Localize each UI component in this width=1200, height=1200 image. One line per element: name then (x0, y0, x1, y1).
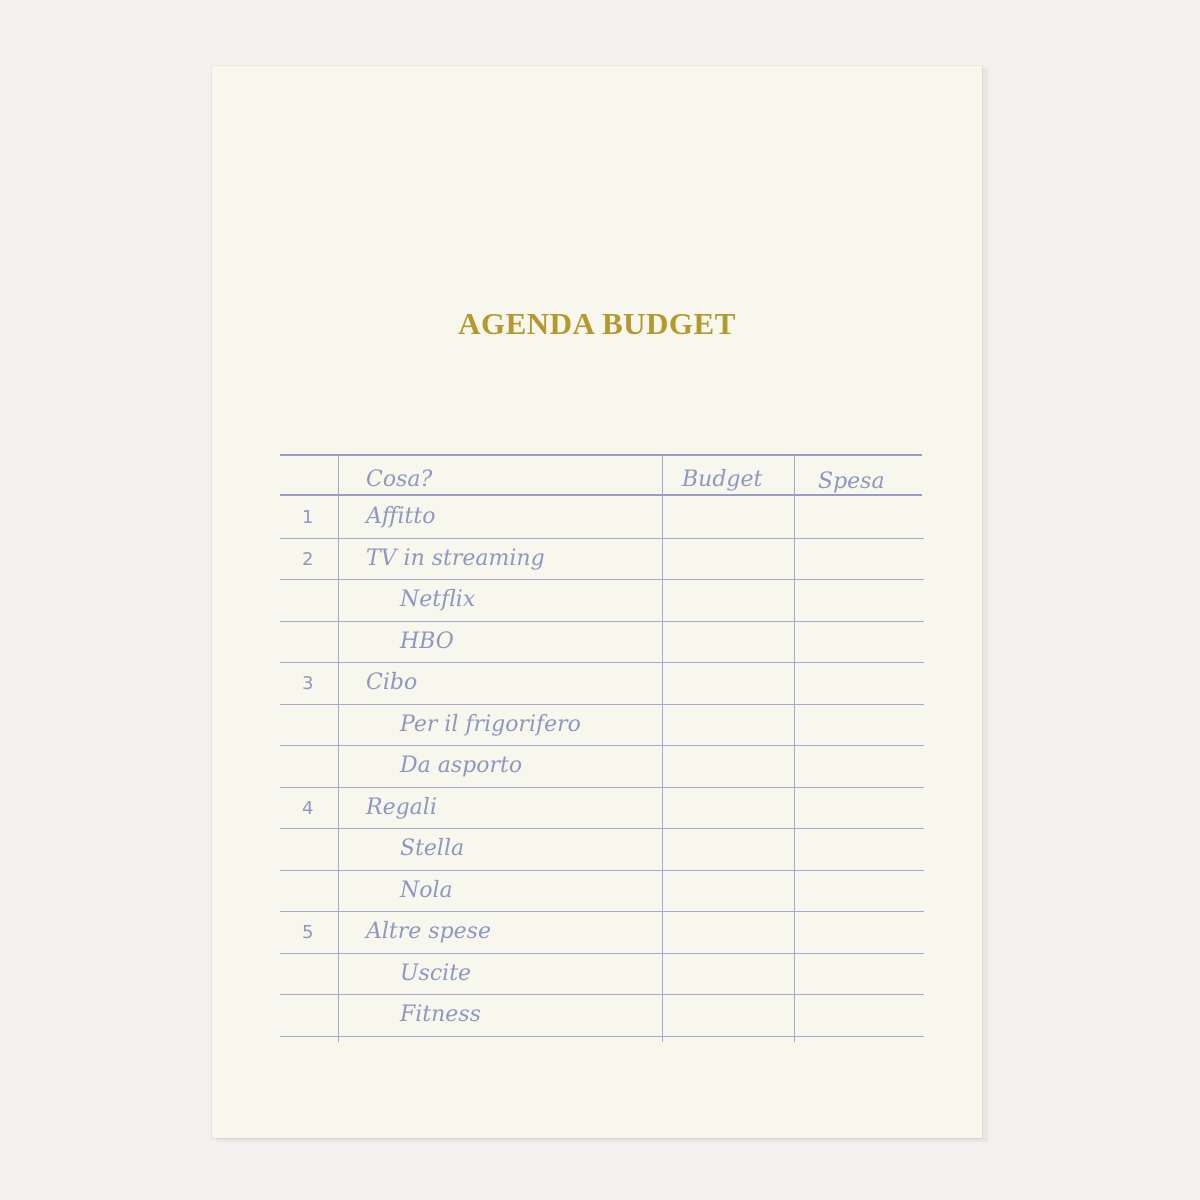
header-budget: Budget (682, 467, 763, 492)
table-top-rule (280, 454, 922, 456)
row-item-label: Altre spese (366, 919, 491, 944)
header-spent: Spesa (818, 469, 885, 494)
row-subitem-label: HBO (400, 628, 454, 654)
column-divider-budget (662, 456, 663, 1042)
row-rule (280, 662, 924, 663)
row-rule (280, 787, 924, 788)
row-rule (280, 870, 924, 871)
row-number: 4 (302, 797, 314, 819)
row-subitem-label: Da asporto (400, 753, 523, 778)
column-divider-number (338, 456, 339, 1042)
row-rule (280, 828, 924, 829)
row-rule (280, 704, 924, 705)
row-number: 3 (302, 673, 314, 694)
row-subitem-label: Uscite (400, 960, 472, 986)
header-what: Cosa? (366, 467, 433, 492)
row-subitem-label: Nola (400, 877, 453, 903)
row-item-label: TV in streaming (366, 545, 545, 571)
row-subitem-label: Stella (400, 836, 465, 861)
row-item-label: Regali (366, 794, 437, 820)
row-subitem-label: Fitness (400, 1002, 481, 1027)
row-rule (280, 1036, 924, 1037)
row-rule (280, 745, 924, 746)
row-rule (280, 621, 924, 622)
table-header-rule (280, 494, 922, 496)
row-subitem-label: Netflix (400, 587, 476, 612)
row-rule (280, 911, 924, 912)
budget-sheet: AGENDA BUDGET Cosa? Budget Spesa 1 Affitt… (212, 66, 982, 1138)
row-rule (280, 579, 924, 580)
row-number: 1 (302, 507, 314, 528)
row-item-label: Cibo (366, 670, 418, 695)
row-rule (280, 994, 924, 995)
row-rule (280, 953, 924, 954)
row-number: 5 (302, 922, 314, 943)
row-subitem-label: Per il frigorifero (400, 711, 581, 737)
row-item-label: Affitto (366, 504, 436, 529)
budget-table: Cosa? Budget Spesa 1 Affitto 2 TV in stream… (212, 66, 982, 1138)
column-divider-spent (794, 456, 795, 1042)
row-number: 2 (302, 548, 314, 570)
row-rule (280, 538, 924, 539)
